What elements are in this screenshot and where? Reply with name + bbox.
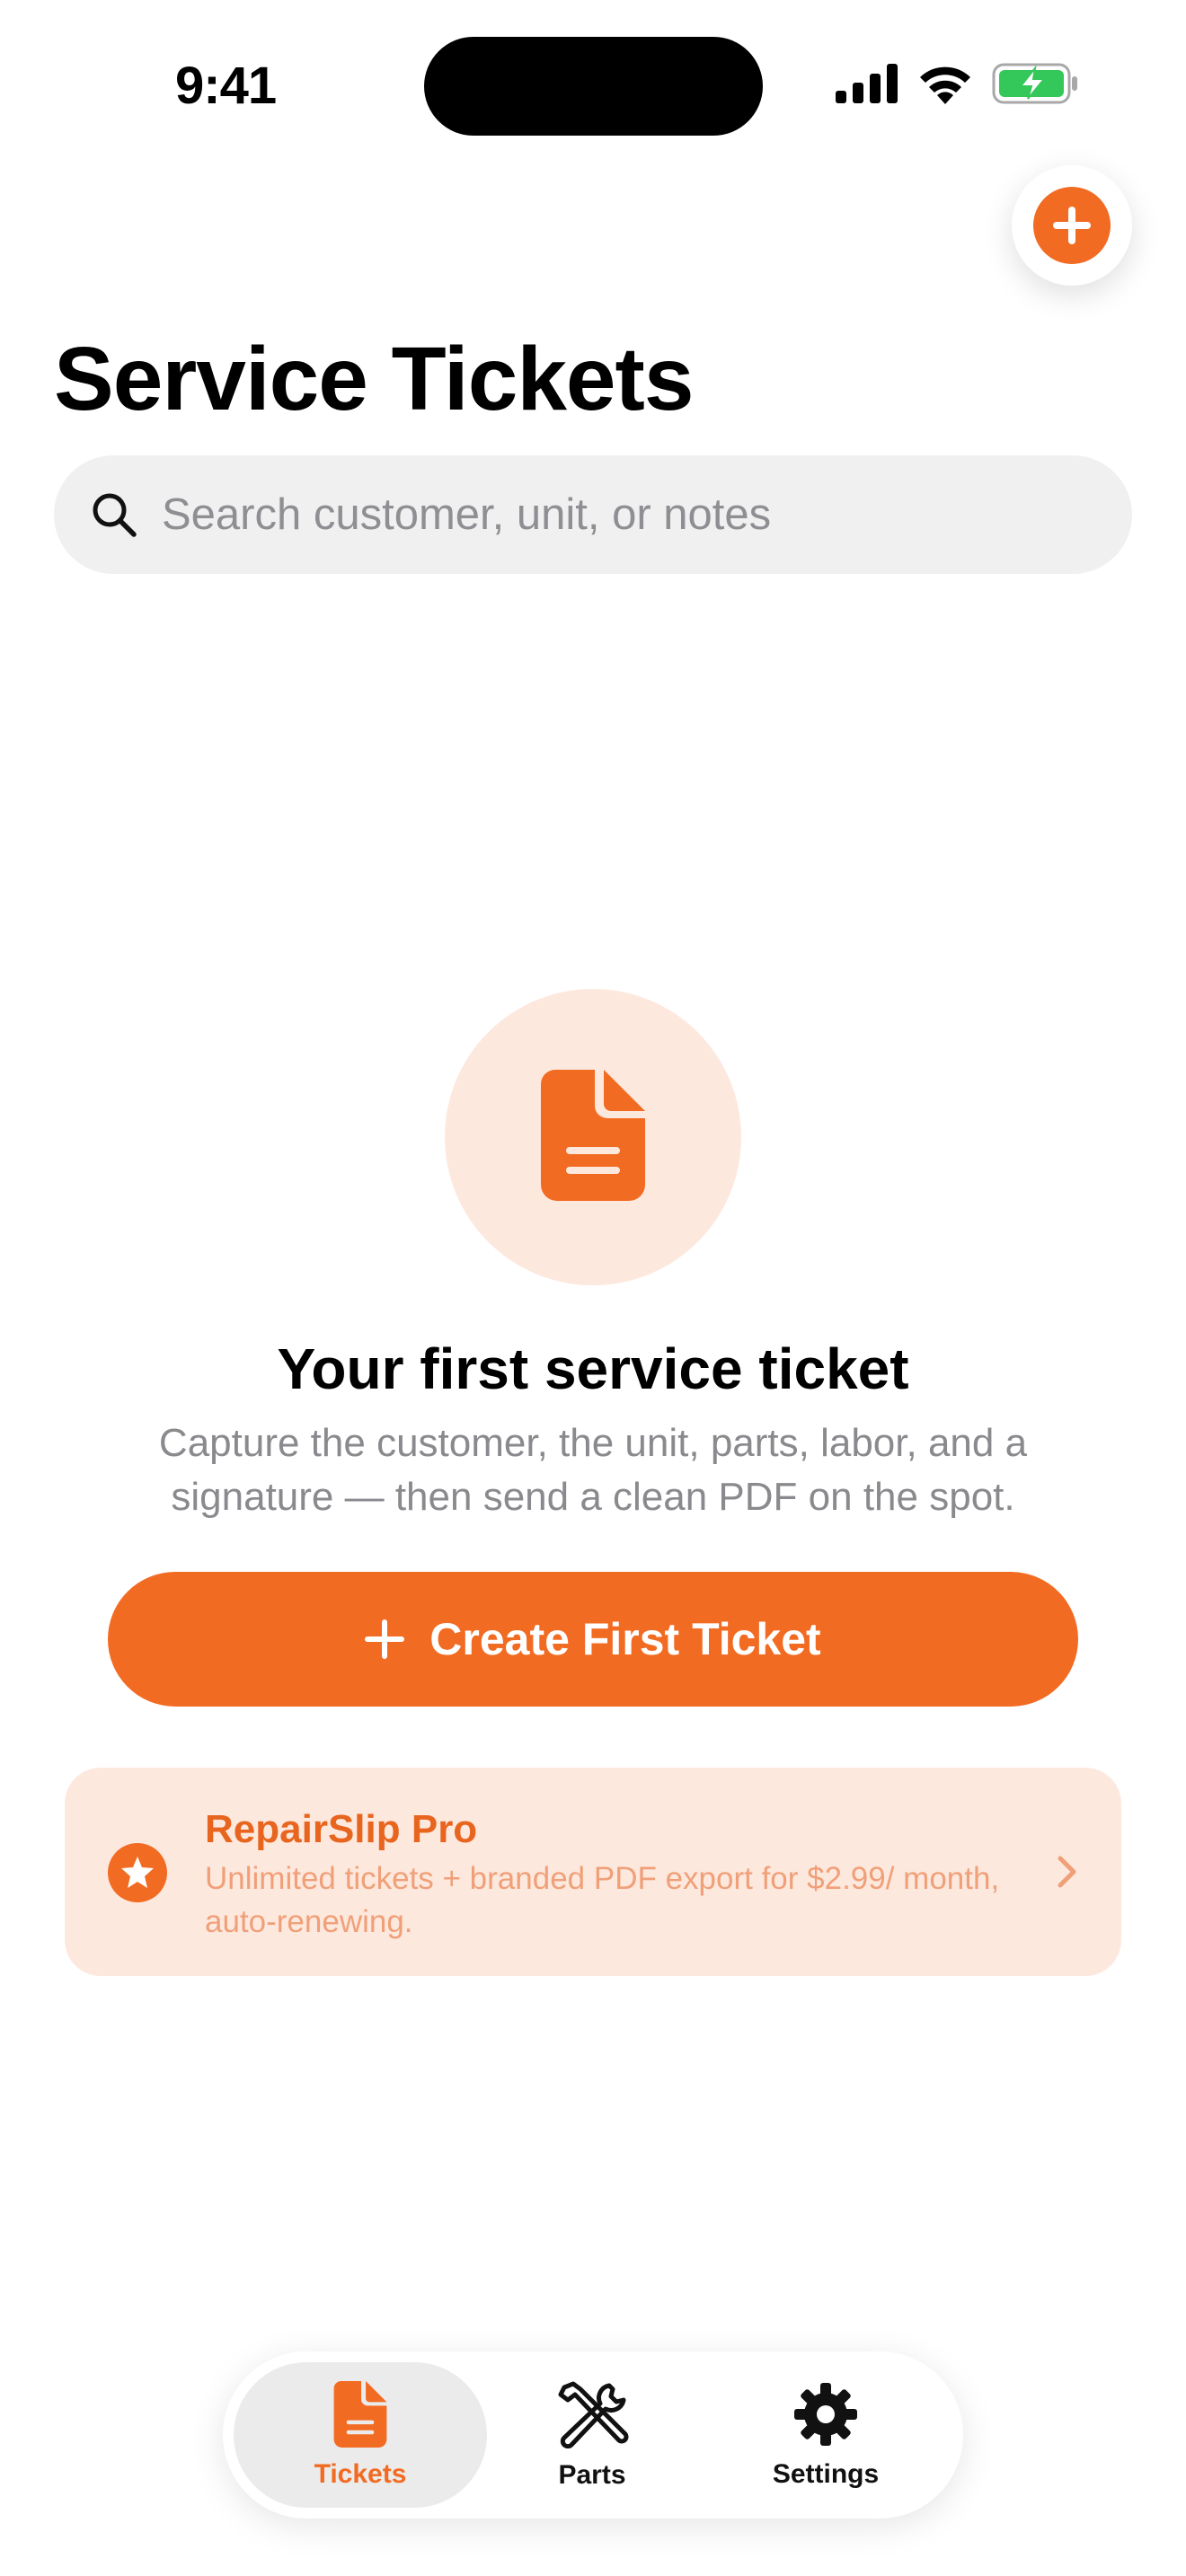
empty-state-title: Your first service ticket [277, 1337, 909, 1401]
cellular-signal-icon [836, 64, 898, 108]
tab-parts[interactable]: Parts [465, 2362, 719, 2508]
battery-charging-icon [992, 63, 1078, 109]
document-icon [541, 1069, 645, 1205]
tab-tickets-label: Tickets [314, 2458, 407, 2489]
tab-bar: Tickets Parts Settings [223, 2351, 963, 2519]
empty-state-illustration [445, 989, 741, 1285]
pro-upgrade-banner[interactable]: RepairSlip Pro Unlimited tickets + brand… [65, 1768, 1121, 1976]
chevron-right-icon [1049, 1852, 1085, 1892]
page-title: Service Tickets [54, 329, 694, 429]
status-icons [836, 63, 1078, 109]
empty-state-subtitle: Capture the customer, the unit, parts, l… [158, 1421, 1028, 1519]
dynamic-island [424, 37, 763, 136]
search-bar[interactable] [54, 455, 1132, 574]
tab-tickets[interactable]: Tickets [234, 2362, 487, 2508]
search-icon [90, 490, 138, 539]
plus-icon [365, 1619, 405, 1659]
add-ticket-button[interactable] [1012, 165, 1132, 286]
pro-banner-description: Unlimited tickets + branded PDF export f… [205, 1861, 1000, 1939]
tab-settings-label: Settings [772, 2458, 880, 2489]
search-input[interactable] [160, 489, 1062, 541]
create-first-ticket-button[interactable]: Create First Ticket [108, 1572, 1078, 1707]
gear-icon [792, 2381, 859, 2452]
status-time: 9:41 [175, 57, 277, 115]
tab-parts-label: Parts [558, 2459, 626, 2490]
create-first-ticket-label: Create First Ticket [429, 1614, 821, 1664]
star-icon [108, 1843, 167, 1902]
plus-circle-icon [1033, 187, 1111, 264]
document-icon [333, 2380, 387, 2452]
tools-icon [555, 2380, 629, 2453]
wifi-icon [918, 63, 972, 109]
tab-settings[interactable]: Settings [699, 2362, 952, 2508]
pro-banner-title: RepairSlip Pro [205, 1807, 478, 1851]
